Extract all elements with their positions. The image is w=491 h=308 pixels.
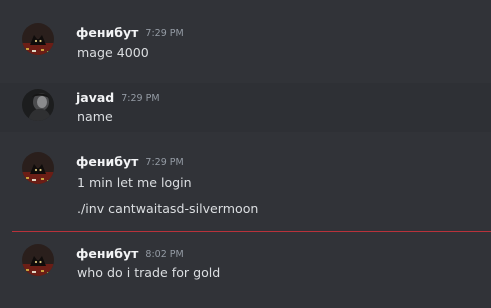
author-name[interactable]: фенибут xyxy=(76,154,138,169)
avatar[interactable] xyxy=(22,23,54,55)
message-timestamp[interactable]: 7:29 PM xyxy=(121,93,159,104)
new-messages-divider xyxy=(12,231,491,232)
author-name[interactable]: javad xyxy=(76,90,114,105)
message-group[interactable]: javad 7:29 PM name xyxy=(0,83,491,132)
message-text: who do i trade for gold xyxy=(77,265,221,280)
message-group[interactable]: фенибут 7:29 PM mage 4000 xyxy=(0,14,491,70)
user-avatar-icon xyxy=(22,23,54,55)
message-text: 1 min let me login xyxy=(77,175,192,190)
avatar[interactable] xyxy=(22,244,54,276)
message-group[interactable]: фенибут 8:02 PM who do i trade for gold xyxy=(0,236,491,296)
author-name[interactable]: фенибут xyxy=(76,246,138,261)
message-list: фенибут 7:29 PM mage 4000 javad 7:29 PM na… xyxy=(0,0,491,308)
user-avatar-icon xyxy=(22,152,54,184)
message-text: name xyxy=(77,109,113,124)
avatar[interactable] xyxy=(22,89,54,121)
user-avatar-icon xyxy=(22,89,54,121)
message-timestamp[interactable]: 7:29 PM xyxy=(145,28,183,39)
author-name[interactable]: фенибут xyxy=(76,25,138,40)
message-text: mage 4000 xyxy=(77,45,149,60)
user-avatar-icon xyxy=(22,244,54,276)
message-timestamp[interactable]: 7:29 PM xyxy=(145,157,183,168)
message-text: ./inv cantwaitasd-silvermoon xyxy=(77,201,259,216)
avatar[interactable] xyxy=(22,152,54,184)
message-group[interactable]: фенибут 7:29 PM 1 min let me login ./inv … xyxy=(0,144,491,224)
message-timestamp[interactable]: 8:02 PM xyxy=(145,249,183,260)
